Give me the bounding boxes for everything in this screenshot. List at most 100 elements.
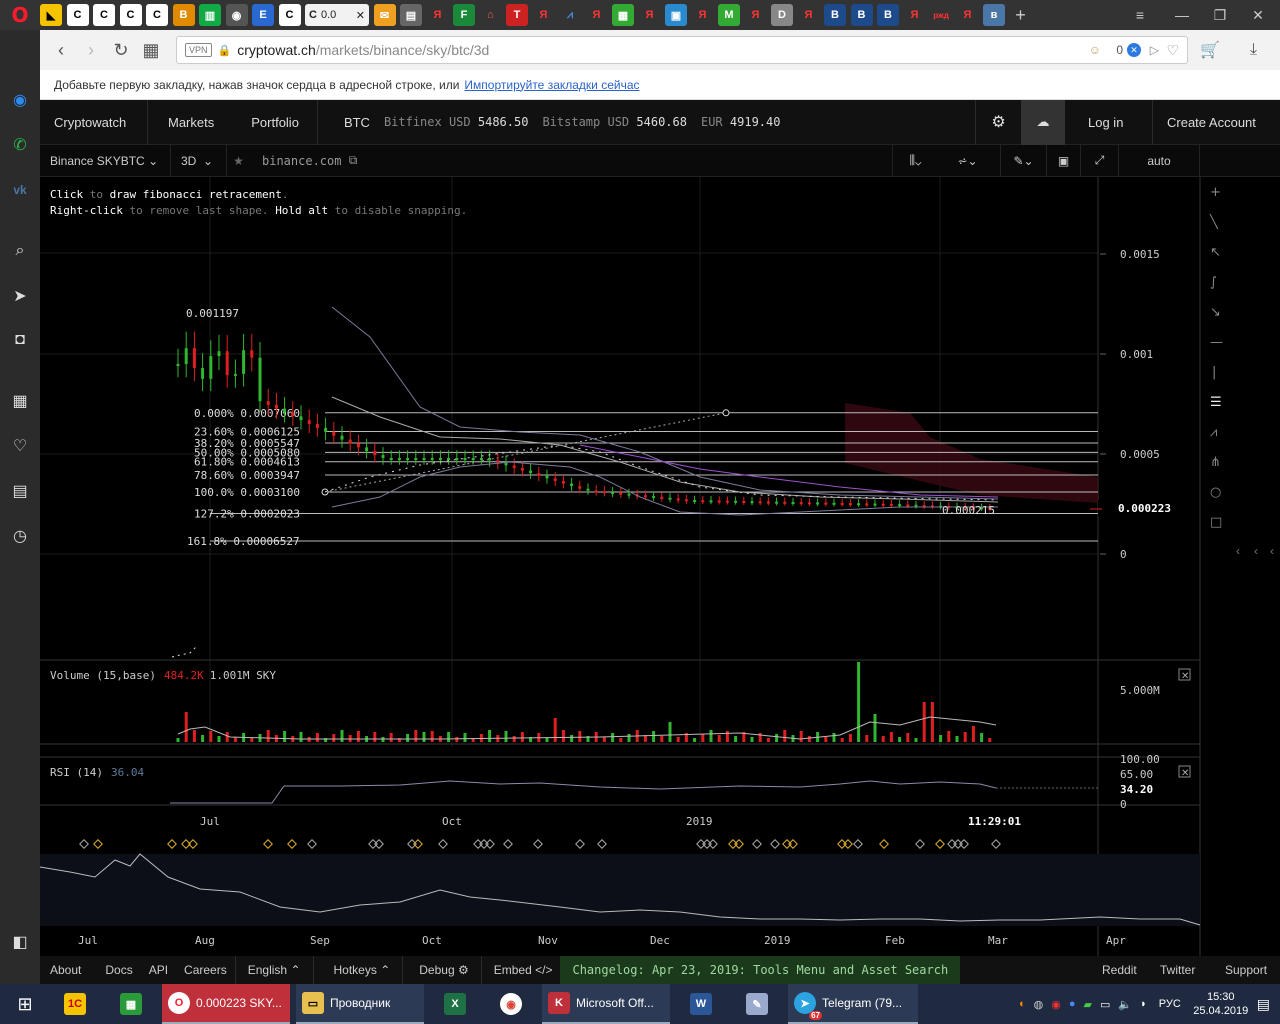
windows-start-icon[interactable]: ⊞ — [0, 984, 50, 1024]
tab-d-icon[interactable]: D — [771, 4, 793, 26]
history-icon[interactable]: ◷ — [8, 524, 32, 548]
tab-yandex-icon[interactable]: Я — [427, 4, 449, 26]
tab-square-icon[interactable]: ▣ — [665, 4, 687, 26]
send-icon[interactable]: ➤ — [8, 284, 32, 308]
taskbar-telegram[interactable]: ➤ 67 Telegram (79... — [788, 984, 918, 1024]
login-link[interactable]: Log in — [1074, 100, 1137, 145]
nvidia-icon[interactable]: ▰ — [1084, 998, 1092, 1011]
tab-globe-icon[interactable]: ◉ — [225, 4, 248, 26]
1c-app-icon[interactable]: 1С — [50, 984, 106, 1024]
excel-icon[interactable]: X — [430, 984, 486, 1024]
tray-app-icon[interactable]: ◐ — [1019, 998, 1026, 1010]
heart-icon[interactable]: ♡ — [1166, 42, 1179, 59]
adblock-icon[interactable]: ✕ — [1127, 43, 1141, 57]
tab-active[interactable]: C 0.0 ✕ — [305, 4, 369, 26]
event-markers[interactable] — [79, 839, 1001, 849]
tray-app-icon[interactable]: ● — [1069, 998, 1076, 1010]
chrome-icon[interactable]: ◉ — [486, 984, 542, 1024]
changelog-link[interactable]: Changelog: Apr 23, 2019: Tools Menu and … — [560, 956, 961, 984]
brand-link[interactable]: Cryptowatch — [40, 99, 148, 145]
footer-docs[interactable]: Docs — [89, 956, 140, 984]
taskbar-explorer[interactable]: ▭ Проводник — [296, 984, 424, 1024]
heart-icon[interactable]: ♡ — [8, 434, 32, 458]
vline-tool-icon[interactable]: | — [1212, 365, 1216, 380]
tab-menu-icon[interactable]: ≡ — [1122, 0, 1158, 30]
tray-app-icon[interactable]: ◍ — [1034, 998, 1044, 1011]
footer-reddit[interactable]: Reddit — [1094, 956, 1145, 984]
footer-support[interactable]: Support — [1217, 956, 1275, 984]
speed-dial-icon[interactable]: ▦ — [8, 389, 32, 413]
sidebar-toggle-icon[interactable]: ◧ — [8, 930, 32, 954]
send-icon[interactable]: ▷ — [1150, 43, 1159, 57]
tab-favicon-icon[interactable]: ◣ — [40, 4, 62, 26]
notifications-icon[interactable]: ▤ — [1257, 996, 1270, 1013]
whatsapp-icon[interactable]: ✆ — [8, 133, 32, 157]
language-indicator[interactable]: РУС — [1159, 998, 1181, 1010]
fan-tool-icon[interactable]: ⩘ — [1210, 425, 1217, 440]
tab-yandex-icon[interactable]: Я — [957, 4, 979, 26]
hline-tool-icon[interactable]: — — [1210, 335, 1223, 350]
theme-icon[interactable]: ☁ — [1021, 99, 1065, 145]
maximize-icon[interactable]: ❐ — [1202, 0, 1238, 30]
tab-cryptowatch-icon[interactable]: C — [66, 4, 89, 26]
tray-app-icon[interactable]: ◉ — [1051, 998, 1061, 1011]
extension-icon[interactable]: ☺ — [1089, 43, 1101, 57]
messenger-icon[interactable]: ◉ — [8, 88, 32, 112]
reload-icon[interactable]: ↻ — [106, 40, 136, 61]
new-tab-icon[interactable]: + — [1010, 4, 1032, 26]
footer-about[interactable]: About — [40, 956, 89, 984]
tab-yandex-icon[interactable]: Я — [692, 4, 714, 26]
tab-leaf-icon[interactable]: M — [718, 4, 740, 26]
nav-btc[interactable]: BTC — [318, 100, 370, 145]
tab-bs-icon[interactable]: B — [172, 4, 195, 26]
tab-mail-icon[interactable]: ✉ — [373, 4, 396, 26]
curve-tool-icon[interactable]: ∫ — [1210, 275, 1217, 290]
chart-area[interactable]: Click to draw fibonacci retracement. Rig… — [40, 177, 1280, 956]
favorite-star-icon[interactable]: ★ — [226, 145, 250, 176]
tab-yandex-icon[interactable]: Я — [745, 4, 767, 26]
chart-type-icon[interactable]: ⫼⌄ — [892, 145, 938, 176]
word-icon[interactable]: W — [676, 984, 732, 1024]
tab-b-icon[interactable]: B — [850, 4, 873, 26]
cart-icon[interactable]: 🛒 — [1200, 40, 1220, 60]
circle-tool-icon[interactable]: ○ — [1210, 485, 1221, 500]
settings-gear-icon[interactable]: ⚙ — [975, 99, 1021, 145]
url-field[interactable]: VPN 🔒 cryptowat.ch/markets/binance/sky/b… — [176, 36, 1188, 64]
tab-cryptowatch-icon[interactable]: C — [93, 4, 115, 26]
market-selector[interactable]: Binance SKYBTC ⌄ — [50, 145, 158, 176]
import-bookmarks-link[interactable]: Импортируйте закладки сейчас — [464, 78, 639, 92]
time-axis[interactable]: Jul Oct 2019 11:29:01 — [200, 815, 1021, 828]
tab-tn-icon[interactable]: T — [506, 4, 528, 26]
tab-chart-icon[interactable]: ⩘ — [559, 4, 581, 26]
taskbar-opera[interactable]: O 0.000223 SKY... — [162, 984, 290, 1024]
network-icon[interactable]: ▭ — [1100, 998, 1110, 1011]
notepad-icon[interactable]: ✎ — [732, 984, 788, 1024]
tab-grid-icon[interactable]: ▦ — [612, 4, 634, 26]
tab-yandex-icon[interactable]: Я — [586, 4, 608, 26]
tab-yandex-icon[interactable]: Я — [533, 4, 555, 26]
tab-home-icon[interactable]: ⌂ — [480, 4, 502, 26]
tab-chart-icon[interactable]: ▥ — [199, 4, 221, 26]
close-volume-icon[interactable]: ✕ — [1181, 671, 1189, 682]
footer-careers[interactable]: Careers — [176, 956, 235, 984]
taskbar-office[interactable]: K Microsoft Off... — [542, 984, 670, 1024]
nav-portfolio[interactable]: Portfolio — [228, 99, 318, 145]
exchange-link[interactable]: binance.com ⧉ — [262, 145, 357, 176]
search-icon[interactable]: ⌕ — [8, 239, 32, 263]
pitchfork-tool-icon[interactable]: ⋔ — [1210, 455, 1221, 470]
nav-markets[interactable]: Markets — [148, 100, 228, 145]
vk-icon[interactable]: vk — [8, 178, 32, 202]
camera-icon[interactable]: ◘ — [8, 328, 32, 352]
lock-icon[interactable]: 🔒 — [218, 44, 232, 57]
language-selector[interactable]: English ⌃ — [234, 956, 314, 984]
line-tool-icon[interactable]: ╲ — [1209, 213, 1219, 230]
hotkeys-button[interactable]: Hotkeys ⌃ — [314, 956, 404, 984]
period-selector[interactable]: 3D ⌄ — [170, 145, 213, 176]
news-icon[interactable]: ▤ — [8, 479, 32, 503]
crosshair-tool-icon[interactable]: + — [1210, 185, 1221, 200]
tab-cryptowatch-icon[interactable]: C — [278, 4, 301, 26]
speed-dial-icon[interactable]: ▦ — [136, 40, 166, 61]
arrow-tool-icon[interactable]: ↘ — [1210, 305, 1221, 320]
close-window-icon[interactable]: ✕ — [1240, 0, 1276, 30]
debug-button[interactable]: Debug ⚙ — [403, 956, 482, 984]
